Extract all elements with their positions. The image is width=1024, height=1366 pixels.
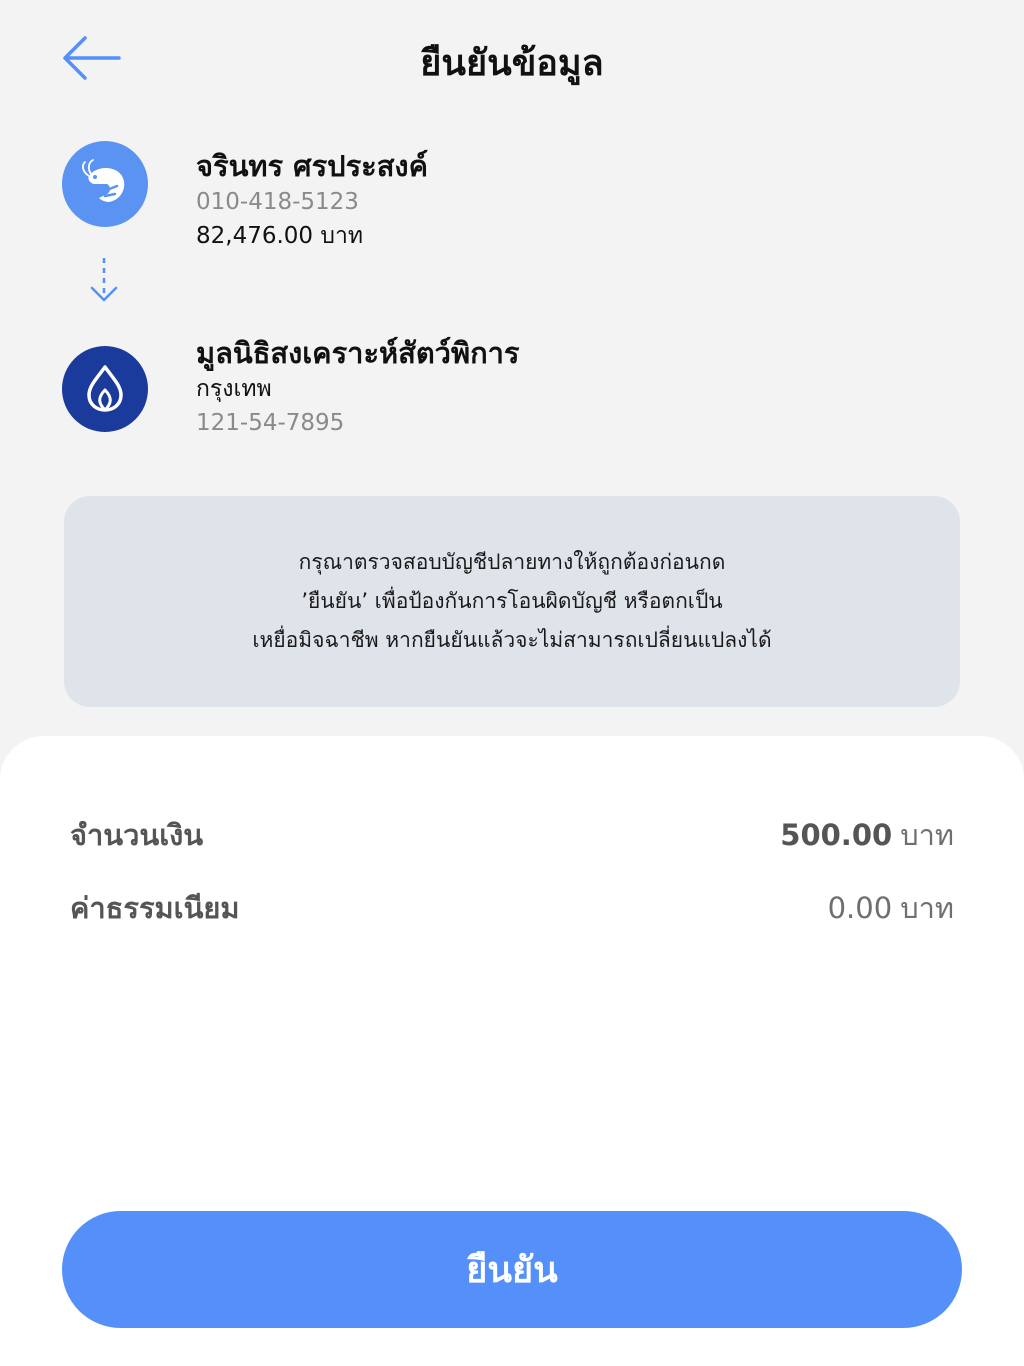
page-title: ยืนยันข้อมูล <box>420 43 604 84</box>
header-bar: ยืนยันข้อมูล <box>0 0 1024 118</box>
amount-label: จำนวนเงิน <box>70 818 204 852</box>
fee-unit: บาท <box>900 891 954 925</box>
recipient-name: มูลนิธิสงเคราะห์สัตว์พิการ <box>196 336 520 370</box>
shrimp-icon <box>82 159 125 202</box>
amount-row: จำนวนเงิน 500.00 บาท <box>70 812 954 858</box>
recipient-account-number: 121-54-7895 <box>196 410 345 436</box>
sender-account-number: 010-418-5123 <box>196 189 359 215</box>
warning-notice: กรุณาตรวจสอบบัญชีปลายทางให้ถูกต้องก่อนกด… <box>64 496 960 707</box>
fee-row: ค่าธรรมเนียม 0.00 บาท <box>70 885 954 931</box>
sender-balance: 82,476.00 บาท <box>196 223 364 249</box>
fee-value: 0.00 <box>827 891 893 925</box>
confirm-button-label: ยืนยัน <box>466 1250 558 1291</box>
notice-line: เหยื่อมิจฉาชีพ หากยืนยันแล้วจะไม่สามารถเ… <box>252 628 772 652</box>
fee-value-group: 0.00 บาท <box>828 885 954 931</box>
recipient-bank-logo <box>62 346 148 432</box>
amount-value-group: 500.00 บาท <box>780 812 954 858</box>
fee-label: ค่าธรรมเนียม <box>70 891 240 925</box>
notice-line: ’ยืนยัน’ เพื่อป้องกันการโอนผิดบัญชี หรือ… <box>301 589 723 613</box>
notice-line: กรุณาตรวจสอบบัญชีปลายทางให้ถูกต้องก่อนกด <box>298 550 726 574</box>
recipient-section: มูลนิธิสงเคราะห์สัตว์พิการ กรุงเทพ 121-5… <box>62 328 520 440</box>
recipient-bank-name: กรุงเทพ <box>196 376 272 402</box>
sender-section: จรินทร ศรประสงค์ 010-418-5123 82,476.00 … <box>62 141 428 253</box>
amount-value: 500.00 <box>780 818 893 852</box>
confirm-button[interactable]: ยืนยัน <box>62 1211 962 1328</box>
bangkok-bank-logo-icon <box>87 365 123 412</box>
sender-name: จรินทร ศรประสงค์ <box>196 149 428 183</box>
sender-avatar <box>62 141 148 227</box>
amount-unit: บาท <box>900 818 954 852</box>
dotted-arrow-down-icon <box>90 258 118 302</box>
